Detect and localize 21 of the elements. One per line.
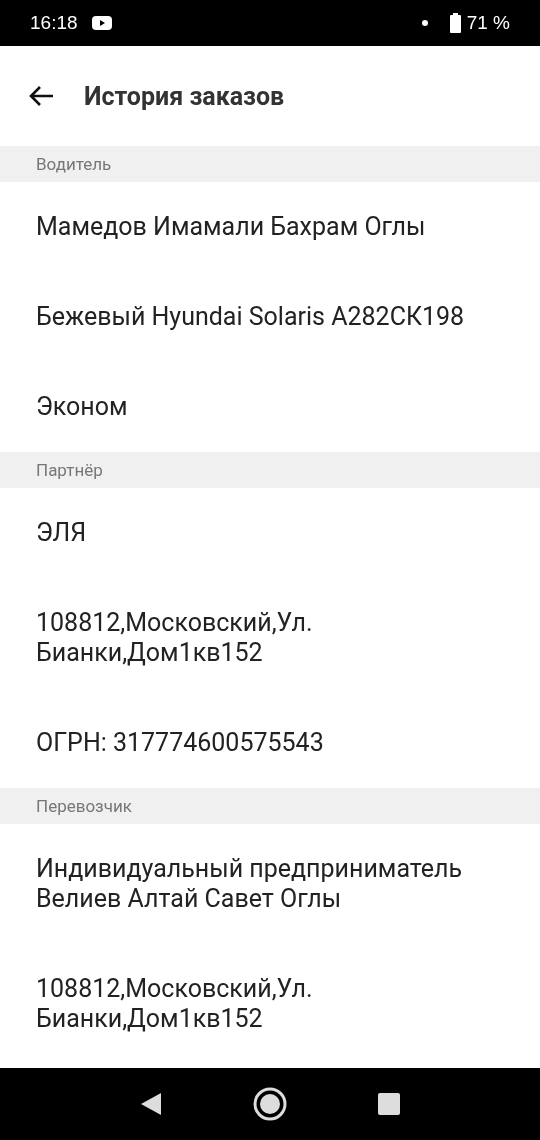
section-header: Партнёр xyxy=(0,452,540,488)
detail-text: ЭЛЯ xyxy=(35,517,88,549)
detail-text: 108812,Московский,Ул. Бианки,Дом1кв152 xyxy=(35,973,314,1035)
video-icon xyxy=(91,16,112,30)
detail-text: Эконом xyxy=(35,391,129,423)
recents-nav-icon[interactable] xyxy=(377,1093,400,1115)
detail-text: Бежевый Hyundai Solaris А282СК198 xyxy=(35,301,466,333)
status-time: 16:18 xyxy=(30,12,78,34)
detail-text: Мамедов Имамали Бахрам Оглы xyxy=(35,211,427,243)
back-icon[interactable] xyxy=(28,85,54,107)
section-header: Перевозчик xyxy=(0,788,540,824)
detail-text: Индивидуальный предприниматель Велиев Алтай Савет Оглы xyxy=(35,853,464,915)
detail-text: ОГРН: 317774600575543 xyxy=(35,727,325,759)
back-nav-icon[interactable] xyxy=(140,1092,163,1116)
notification-dot xyxy=(421,20,428,26)
battery-icon xyxy=(449,13,461,33)
battery-percent: 71 % xyxy=(466,12,510,34)
screen-title: История заказов xyxy=(84,81,285,111)
home-nav-icon[interactable] xyxy=(253,1087,287,1121)
section-header: Водитель xyxy=(0,146,540,182)
detail-text: 108812,Московский,Ул. Бианки,Дом1кв152 xyxy=(35,607,314,669)
